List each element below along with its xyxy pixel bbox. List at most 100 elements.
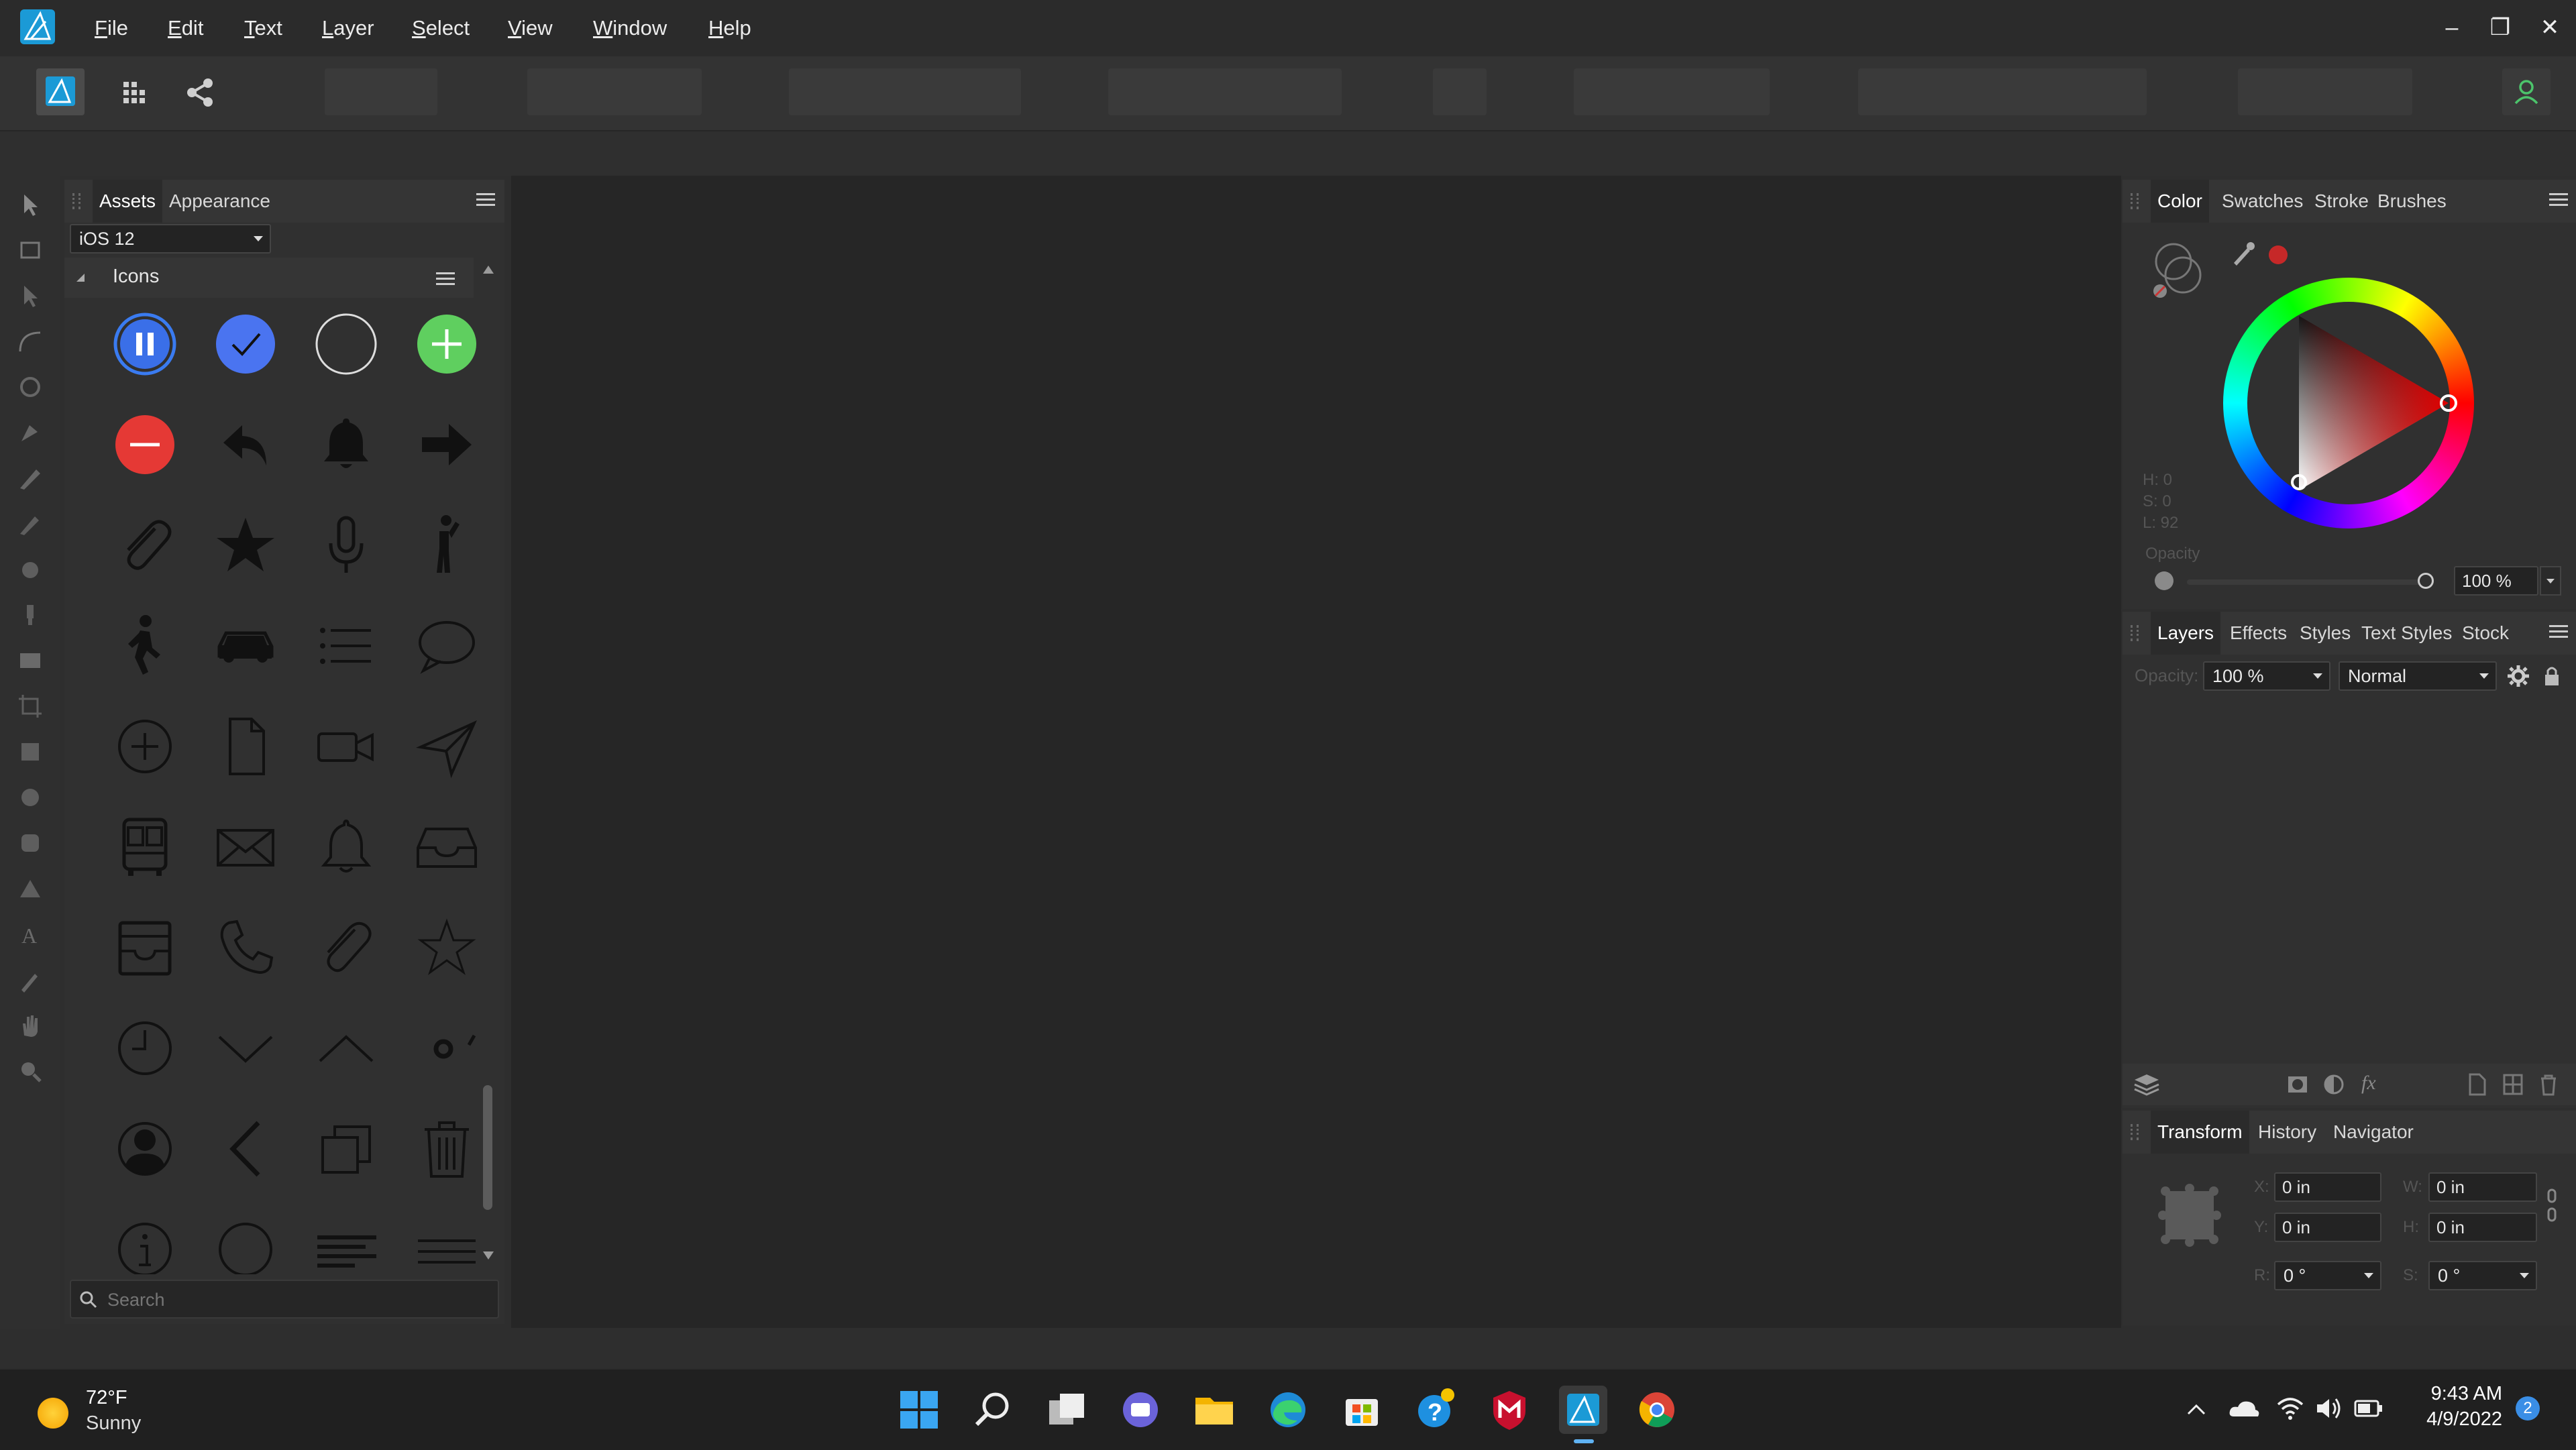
pixel-persona-button[interactable] [109, 68, 157, 115]
loading-spinner-icon[interactable] [410, 1011, 484, 1085]
file-explorer-icon[interactable] [1190, 1386, 1238, 1434]
bus-icon[interactable] [108, 810, 182, 884]
affinity-designer-taskbar-icon[interactable] [1559, 1386, 1607, 1434]
reply-arrow-icon[interactable] [209, 408, 282, 482]
tab-layers[interactable]: Layers [2151, 612, 2221, 655]
panel-grip-icon[interactable] [2131, 193, 2139, 209]
toolbar-group-3[interactable] [789, 68, 1021, 115]
restore-button[interactable]: ❐ [2485, 12, 2516, 43]
panel-menu-icon[interactable] [2549, 193, 2568, 208]
checkmark-circle-icon[interactable] [209, 307, 282, 381]
rounded-rectangle-tool-icon[interactable] [16, 829, 44, 857]
wifi-icon[interactable] [2275, 1395, 2305, 1422]
panel-menu-icon[interactable] [476, 193, 495, 208]
archive-box-icon[interactable] [108, 911, 182, 985]
clock-date[interactable]: 4/9/2022 [2415, 1408, 2502, 1431]
scroll-down-arrow-icon[interactable] [482, 1249, 495, 1262]
asset-category-select[interactable]: iOS 12 [70, 224, 271, 254]
task-view-icon[interactable] [1042, 1386, 1091, 1434]
gear-icon[interactable] [2506, 664, 2530, 688]
node-tool-icon[interactable] [16, 282, 44, 310]
lock-icon[interactable] [2541, 664, 2563, 688]
teams-chat-icon[interactable] [1116, 1386, 1165, 1434]
tab-brushes[interactable]: Brushes [2377, 180, 2447, 223]
x-position-field[interactable]: 0 in [2274, 1172, 2381, 1202]
star-filled-icon[interactable] [209, 508, 282, 582]
panel-grip-icon[interactable] [2131, 625, 2139, 641]
view-hand-tool-icon[interactable] [16, 1011, 44, 1040]
onedrive-cloud-icon[interactable] [2227, 1396, 2261, 1420]
artistic-text-tool-icon[interactable]: A [16, 920, 44, 948]
text-align-icon[interactable] [309, 1213, 383, 1274]
menu-view[interactable]: View [508, 0, 553, 56]
rotation-field[interactable]: 0 ° [2274, 1261, 2381, 1290]
chevron-up-icon[interactable] [309, 1011, 383, 1085]
ellipse-tool-icon[interactable] [16, 783, 44, 812]
panel-grip-icon[interactable] [72, 193, 80, 209]
toolbar-group-5[interactable] [1433, 68, 1487, 115]
crop-tool-icon[interactable] [16, 692, 44, 720]
menu-edit[interactable]: Edit [168, 0, 203, 56]
tab-color[interactable]: Color [2151, 180, 2209, 223]
person-standing-icon[interactable] [410, 508, 484, 582]
plus-circle-outline-icon[interactable] [108, 710, 182, 783]
star-outline-icon[interactable] [410, 911, 484, 985]
anchor-point-selector-icon[interactable] [2157, 1183, 2222, 1247]
close-button[interactable]: ✕ [2534, 12, 2565, 43]
list-icon[interactable] [309, 609, 383, 683]
minimize-button[interactable]: – [2436, 12, 2467, 43]
tab-assets[interactable]: Assets [93, 180, 163, 223]
bell-outline-icon[interactable] [309, 810, 383, 884]
opacity-slider[interactable] [2187, 573, 2434, 589]
chevron-down-icon[interactable] [209, 1011, 282, 1085]
menu-select[interactable]: Select [412, 0, 470, 56]
show-hidden-icons-chevron-icon[interactable] [2184, 1399, 2208, 1419]
height-field[interactable]: 0 in [2428, 1213, 2537, 1242]
tab-stroke[interactable]: Stroke [2314, 180, 2369, 223]
inbox-tray-icon[interactable] [410, 810, 484, 884]
info-circle-icon[interactable] [108, 1213, 182, 1274]
shear-field[interactable]: 0 ° [2428, 1261, 2537, 1290]
triangle-tool-icon[interactable] [16, 875, 44, 903]
clock-icon[interactable] [108, 1011, 182, 1085]
point-transform-tool-icon[interactable] [16, 373, 44, 401]
panel-grip-icon[interactable] [2131, 1124, 2139, 1140]
rectangle-tool-icon[interactable] [16, 738, 44, 766]
layers-stack-icon[interactable] [2132, 1073, 2161, 1096]
section-menu-icon[interactable] [436, 272, 455, 287]
windows-start-icon[interactable] [895, 1386, 943, 1434]
artboard-tool-icon[interactable] [16, 236, 44, 264]
toolbar-group-4[interactable] [1108, 68, 1342, 115]
transparency-tool-icon[interactable] [16, 601, 44, 629]
toolbar-group-2[interactable] [527, 68, 702, 115]
move-tool-icon[interactable] [16, 190, 44, 219]
layer-opacity-select[interactable]: 100 % [2203, 661, 2330, 691]
current-color-swatch[interactable] [2269, 245, 2288, 264]
edge-browser-icon[interactable] [1264, 1386, 1312, 1434]
designer-persona-button[interactable] [36, 68, 85, 115]
clock-time[interactable]: 9:43 AM [2415, 1383, 2502, 1405]
microphone-icon[interactable] [309, 508, 383, 582]
tab-swatches[interactable]: Swatches [2222, 180, 2303, 223]
mask-layer-icon[interactable] [2286, 1073, 2309, 1096]
adjustment-icon[interactable] [2322, 1073, 2345, 1096]
corner-tool-icon[interactable] [16, 327, 44, 355]
microsoft-store-icon[interactable] [1338, 1386, 1386, 1434]
toolbar-group-8[interactable] [2238, 68, 2412, 115]
menu-lines-icon[interactable] [410, 1213, 484, 1274]
battery-icon[interactable] [2353, 1398, 2384, 1419]
tab-navigator[interactable]: Navigator [2333, 1111, 2414, 1154]
export-persona-button[interactable] [176, 68, 224, 115]
phone-icon[interactable] [209, 911, 282, 985]
pencil-tool-icon[interactable] [16, 464, 44, 492]
paperclip-outline-icon[interactable] [309, 911, 383, 985]
tab-stock[interactable]: Stock [2462, 612, 2509, 655]
toolbar-group-1[interactable] [325, 68, 437, 115]
canvas-area[interactable] [511, 176, 2121, 1328]
zoom-tool-icon[interactable] [16, 1057, 44, 1085]
tab-effects[interactable]: Effects [2230, 612, 2287, 655]
remove-circle-icon[interactable] [108, 408, 182, 482]
toolbar-group-6[interactable] [1574, 68, 1770, 115]
blend-mode-select[interactable]: Normal [2339, 661, 2497, 691]
menu-file[interactable]: File [95, 0, 128, 56]
